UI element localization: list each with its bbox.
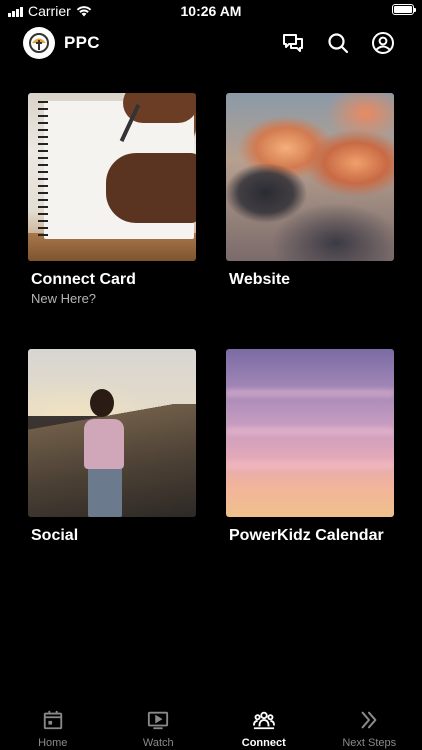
chat-icon[interactable]	[281, 31, 305, 55]
status-bar: Carrier 10:26 AM	[0, 0, 422, 22]
card-social[interactable]: Social	[28, 349, 196, 545]
tab-label: Watch	[142, 737, 174, 749]
tab-label: Home	[38, 737, 68, 749]
card-subtitle: New Here?	[31, 291, 97, 306]
chevrons-right-icon	[361, 711, 377, 729]
card-title: Social	[31, 527, 79, 544]
connect-card-image	[28, 93, 196, 261]
card-title: Website	[229, 271, 291, 288]
search-icon[interactable]	[326, 31, 350, 55]
powerkidz-image	[226, 349, 394, 517]
logo-icon	[29, 33, 49, 53]
tab-label: Next Steps	[342, 737, 397, 749]
tab-connect[interactable]: Connect	[211, 700, 317, 750]
card-title: PowerKidz Calendar	[229, 527, 384, 544]
status-time: 10:26 AM	[180, 3, 242, 19]
play-icon	[148, 711, 169, 730]
card-connect-card[interactable]: Connect Card New Here?	[28, 93, 196, 306]
group-icon	[252, 711, 275, 730]
card-website[interactable]: Website	[226, 93, 394, 289]
website-image	[226, 93, 394, 261]
calendar-icon	[43, 710, 62, 730]
app-header: PPC	[0, 26, 422, 62]
social-image	[28, 349, 196, 517]
app-title: PPC	[64, 33, 100, 52]
profile-icon[interactable]	[371, 31, 395, 55]
battery-icon	[392, 4, 416, 15]
tab-next-steps[interactable]: Next Steps	[317, 700, 422, 750]
tab-watch[interactable]: Watch	[106, 700, 212, 750]
tab-home[interactable]: Home	[0, 700, 106, 750]
church-logo[interactable]	[23, 27, 55, 59]
tab-bar: Home Watch Connect Next Steps	[0, 700, 422, 750]
card-powerkidz-calendar[interactable]: PowerKidz Calendar	[226, 349, 394, 545]
card-title: Connect Card	[31, 271, 136, 288]
tab-label: Connect	[241, 737, 286, 749]
